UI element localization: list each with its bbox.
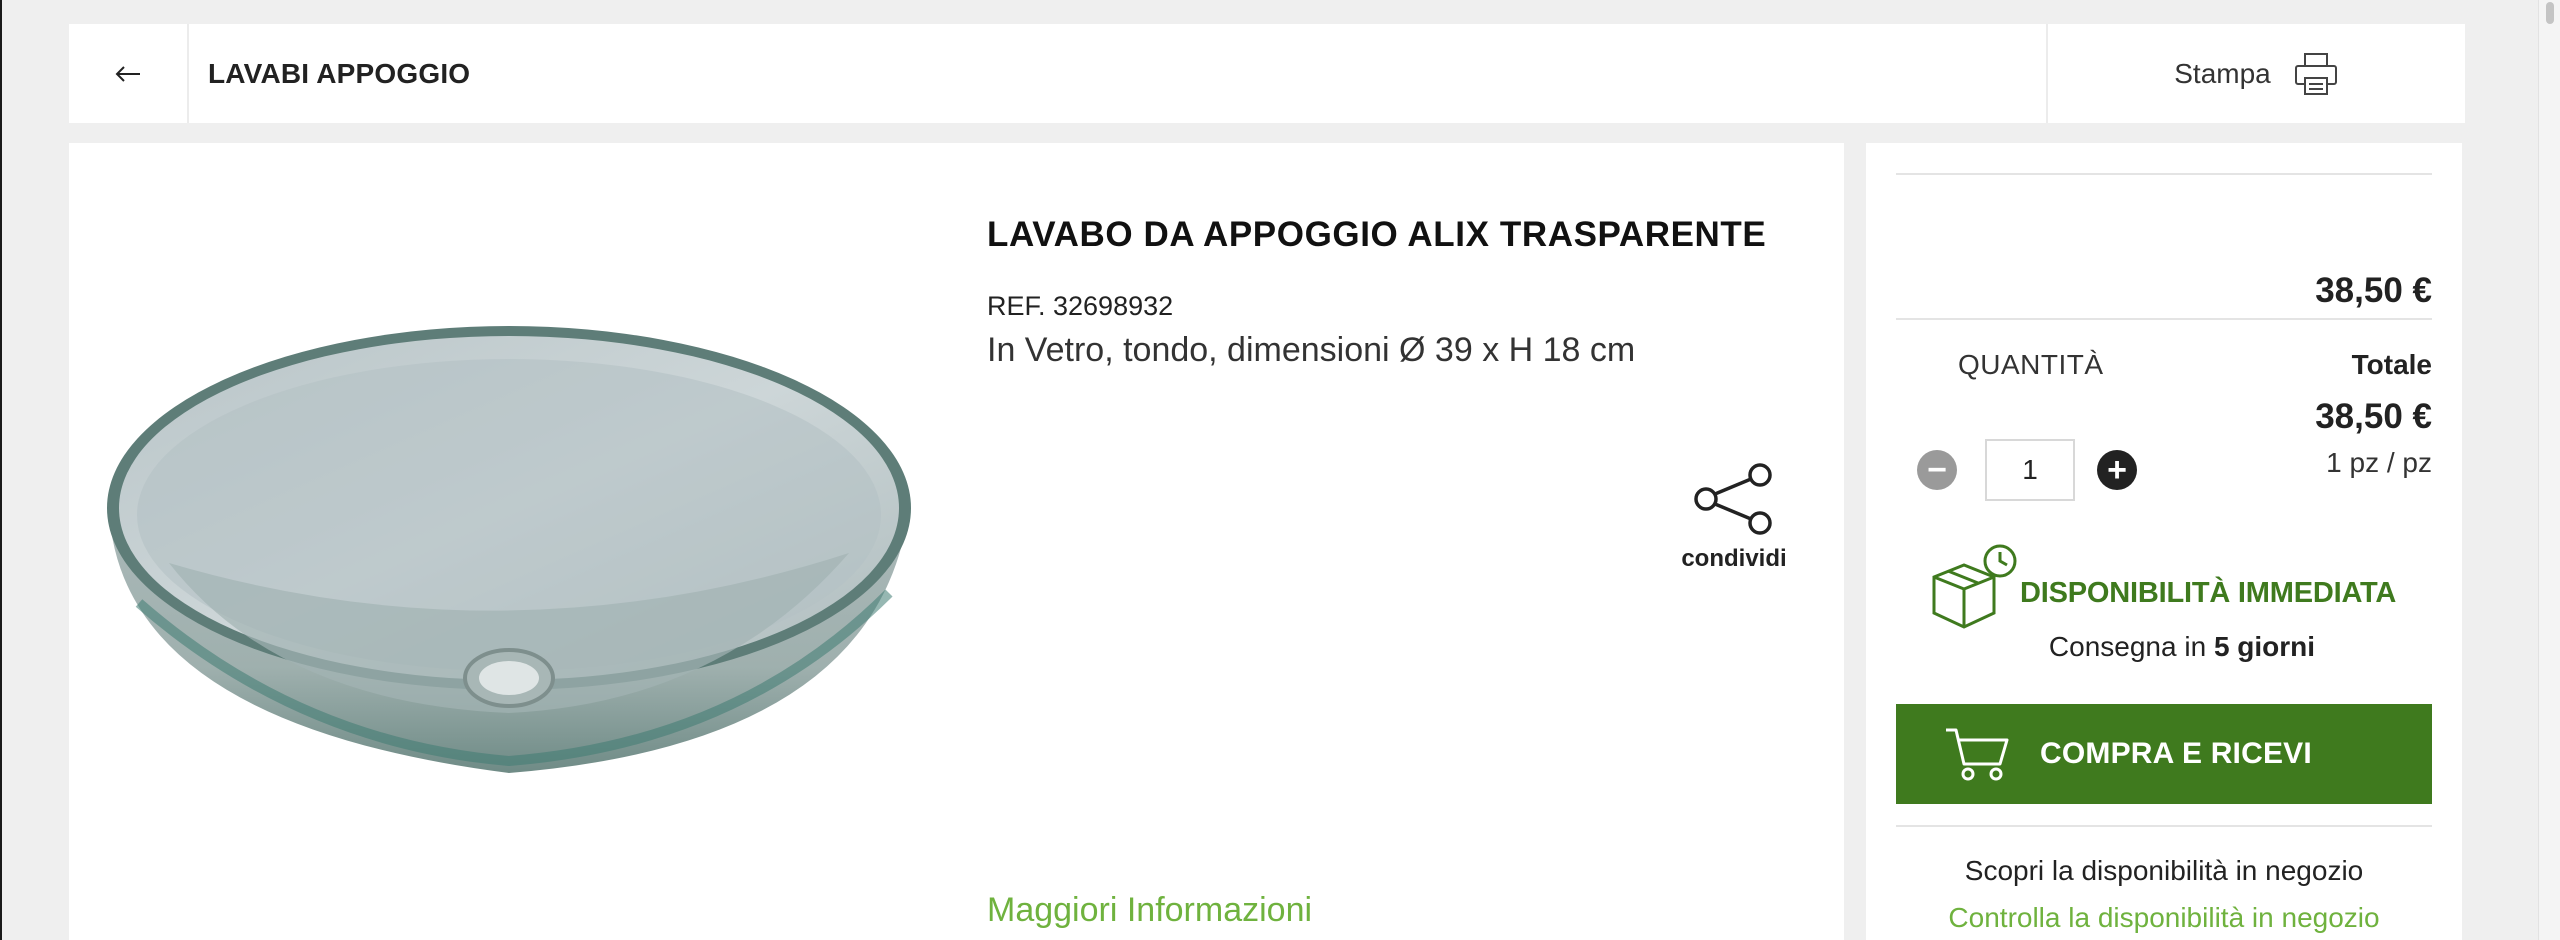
buy-button[interactable]: COMPRA E RICEVI [1896, 704, 2432, 804]
scrollbar-thumb[interactable] [2546, 2, 2554, 24]
quantity-increase-button[interactable]: + [2097, 450, 2137, 490]
quantity-decrease-button[interactable]: − [1917, 450, 1957, 490]
share-label: condividi [1681, 545, 1787, 572]
product-title: LAVABO DA APPOGGIO ALIX TRASPARENTE [987, 215, 1767, 254]
availability-status: DISPONIBILITÀ IMMEDIATA [2020, 577, 2397, 609]
product-image[interactable] [99, 303, 919, 940]
product-reference: REF. 32698932 [987, 291, 1174, 321]
divider [1896, 825, 2432, 827]
printer-icon [2294, 52, 2337, 95]
product-panel: LAVABO DA APPOGGIO ALIX TRASPARENTE REF.… [69, 143, 1844, 940]
total-label: Totale [2351, 349, 2432, 380]
delivery-days: 5 giorni [2213, 631, 2316, 662]
delivery-prefix: Consegna in [2048, 631, 2207, 662]
purchase-panel: 38,50 € QUANTITÀ Totale 38,50 € 1 pz / p… [1866, 143, 2462, 940]
page-header: LAVABI APPOGGIO Stampa [69, 24, 2465, 123]
page-scrollbar[interactable] [2538, 0, 2560, 940]
quantity-label: QUANTITÀ [1958, 349, 2104, 380]
quantity-input[interactable] [1985, 439, 2075, 501]
back-button[interactable] [69, 24, 189, 123]
more-info-link[interactable]: Maggiori Informazioni [987, 891, 1312, 930]
print-label: Stampa [2174, 57, 2271, 89]
buy-button-label: COMPRA E RICEVI [2040, 737, 2312, 770]
share-icon [1694, 463, 1772, 535]
arrow-left-icon [115, 65, 140, 82]
delivery-info: Consegna in 5 giorni [1866, 631, 2462, 663]
total-price: 38,50 € [2315, 397, 2432, 436]
category-title: LAVABI APPOGGIO [208, 58, 471, 89]
store-availability-text: Scopri la disponibilità in negozio [1964, 855, 2364, 886]
cart-icon [1946, 728, 2009, 781]
product-description: In Vetro, tondo, dimensioni Ø 39 x H 18 … [987, 331, 1636, 369]
window-edge [0, 0, 2, 940]
divider [1896, 173, 2432, 175]
check-store-availability-link[interactable]: Controlla la disponibilità in negozio [1896, 902, 2432, 934]
divider [1896, 318, 2432, 320]
per-unit-label: 1 pz / pz [2326, 447, 2432, 478]
share-button[interactable]: condividi [1669, 463, 1799, 573]
box-clock-icon [1932, 544, 2017, 629]
unit-price: 38,50 € [2315, 271, 2432, 310]
print-button[interactable]: Stampa [2046, 24, 2465, 123]
